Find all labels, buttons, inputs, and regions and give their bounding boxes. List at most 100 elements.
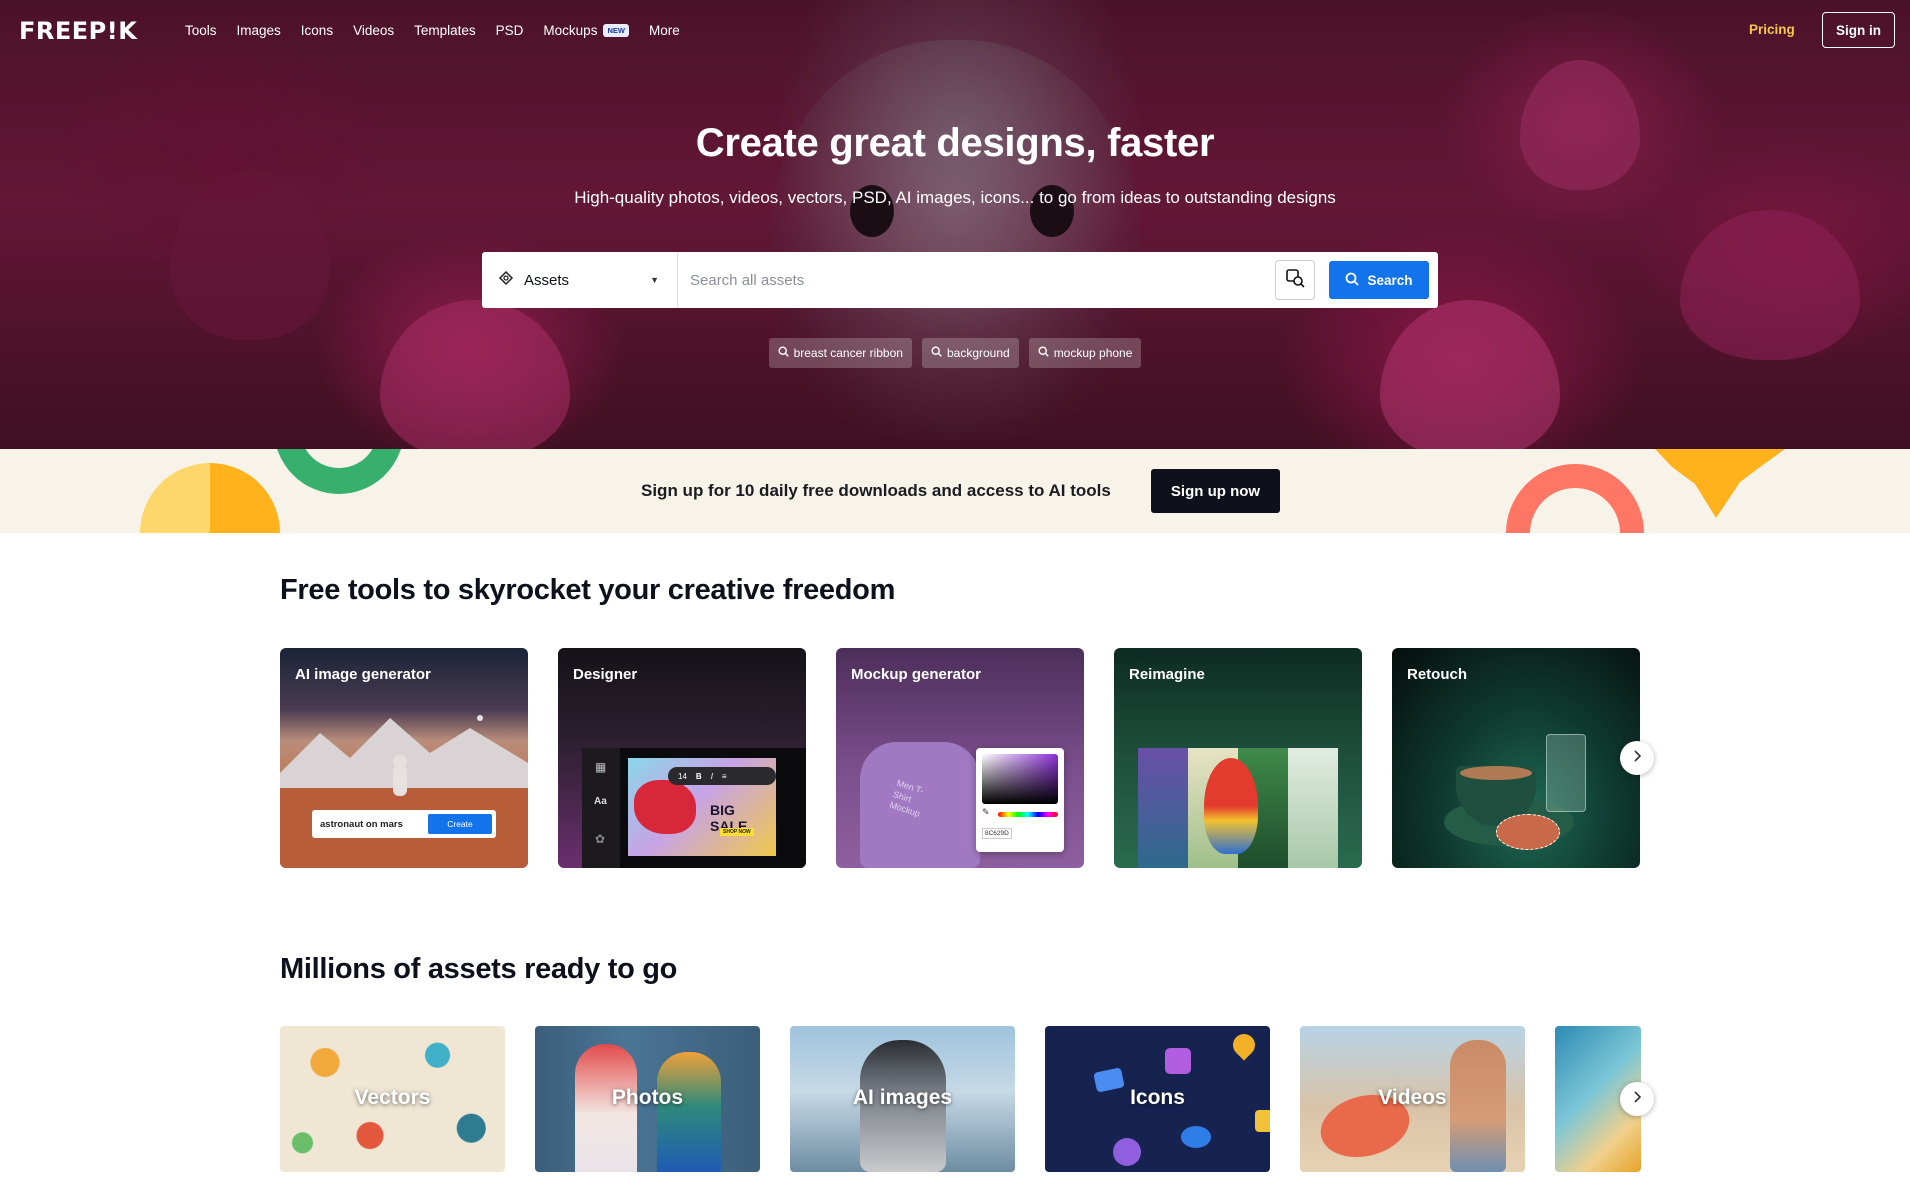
search-icon	[1038, 346, 1049, 360]
text-format-toolbar: 14 B I ≡	[668, 767, 776, 785]
eye-3d-icon	[1181, 1126, 1211, 1148]
nav-link-mockups-label: Mockups	[543, 22, 598, 38]
suggestion-label: background	[946, 346, 1010, 360]
suggestion-label: mockup phone	[1053, 346, 1133, 360]
image-search-icon	[1285, 268, 1305, 293]
hero-overlay	[0, 0, 1910, 449]
suggestion-chip[interactable]: mockup phone	[1028, 338, 1142, 368]
asset-card-label: Videos	[1378, 1086, 1447, 1109]
person-figure	[657, 1052, 721, 1172]
pin-3d-icon	[1228, 1029, 1260, 1061]
asset-type-select[interactable]: Assets ▼	[482, 252, 678, 308]
suggestion-chip[interactable]: background	[921, 338, 1019, 368]
asset-card-label: Vectors	[354, 1086, 431, 1109]
align-icon: ≡	[721, 771, 727, 781]
lock-3d-icon	[1255, 1110, 1270, 1132]
tshirt-text: Men T-Shirt Mockup	[888, 777, 926, 820]
color-gradient-area	[982, 754, 1058, 804]
nav-link-mockups[interactable]: Mockups NEW	[543, 23, 629, 38]
banner-text: Sign up for 10 daily free downloads and …	[641, 481, 1111, 500]
sign-in-button[interactable]: Sign in	[1822, 12, 1895, 48]
tool-card-retouch[interactable]: Retouch	[1392, 648, 1640, 868]
coffee-surface	[1460, 766, 1532, 780]
reimagine-strip-1	[1138, 748, 1188, 868]
new-badge: NEW	[603, 23, 629, 37]
prompt-box: astronaut on mars Create	[312, 810, 496, 838]
assets-icon	[498, 270, 514, 291]
hero-title: Create great designs, faster	[695, 121, 1215, 165]
pricing-link[interactable]: Pricing	[1749, 22, 1795, 37]
tools-section-title: Free tools to skyrocket your creative fr…	[280, 574, 896, 606]
create-button: Create	[428, 814, 492, 834]
suggestion-chip[interactable]: breast cancer ribbon	[768, 338, 912, 368]
italic-icon: I	[710, 771, 713, 781]
layout-icon: ▦	[595, 760, 607, 774]
assets-section-title: Millions of assets ready to go	[280, 953, 678, 985]
nav-link-templates[interactable]: Templates	[414, 23, 476, 38]
tool-card-label: Designer	[573, 666, 638, 683]
sneakers-image	[634, 780, 696, 834]
tool-card-label: AI image generator	[295, 666, 431, 683]
search-button-label: Search	[1367, 272, 1413, 288]
nav-link-more[interactable]: More	[649, 23, 680, 38]
nav-link-tools[interactable]: Tools	[185, 23, 217, 38]
top-nav: FREEP!K Tools Images Icons Videos Templa…	[0, 0, 1910, 60]
font-size-value: 14	[678, 771, 687, 781]
search-icon	[1345, 272, 1360, 289]
text-tool-icon: Aa	[594, 796, 607, 807]
bag-3d-icon	[1165, 1048, 1191, 1074]
asset-card-label: Photos	[611, 1086, 684, 1109]
sign-up-now-button[interactable]: Sign up now	[1151, 469, 1280, 513]
asset-card-ai-images[interactable]: AI images	[790, 1026, 1015, 1172]
asset-card-label: Icons	[1130, 1086, 1185, 1109]
asset-card-label: AI images	[852, 1086, 953, 1109]
chevron-right-icon	[1632, 749, 1642, 767]
shop-now-tag: SHOP NOW	[720, 828, 754, 836]
freepik-logo[interactable]: FREEP!K	[19, 17, 137, 45]
clock-3d-icon	[1113, 1138, 1141, 1166]
chevron-right-icon	[1632, 1090, 1642, 1108]
prompt-text: astronaut on mars	[320, 818, 403, 830]
asset-card-photos[interactable]: Photos	[535, 1026, 760, 1172]
search-suggestions: breast cancer ribbon background mockup p…	[0, 338, 1910, 368]
nav-link-images[interactable]: Images	[237, 23, 281, 38]
tshirt-mockup: Men T-Shirt Mockup	[860, 742, 980, 868]
eyedropper-icon: ✎	[982, 807, 990, 817]
nav-link-videos[interactable]: Videos	[353, 23, 394, 38]
search-button[interactable]: Search	[1329, 261, 1429, 299]
reimagine-strip-4	[1288, 748, 1338, 868]
tool-card-reimagine[interactable]: Reimagine	[1114, 648, 1362, 868]
chevron-down-icon: ▼	[650, 275, 659, 285]
search-input[interactable]	[678, 252, 1275, 308]
cookie-selection	[1496, 814, 1560, 850]
nav-link-psd[interactable]: PSD	[496, 23, 524, 38]
nav-link-icons[interactable]: Icons	[301, 23, 333, 38]
hero-section: FREEP!K Tools Images Icons Videos Templa…	[0, 0, 1910, 449]
tool-card-label: Mockup generator	[851, 666, 982, 683]
elements-icon: ✿	[595, 832, 606, 846]
tool-card-label: Retouch	[1407, 666, 1467, 683]
water-glass-image	[1546, 734, 1586, 812]
tool-card-ai-image-generator[interactable]: AI image generator astronaut on mars Cre…	[280, 648, 528, 868]
nav-links: Tools Images Icons Videos Templates PSD …	[185, 0, 700, 60]
tool-card-mockup-generator[interactable]: Mockup generator Men T-Shirt Mockup ✎ 8C…	[836, 648, 1084, 868]
tools-carousel-next-button[interactable]	[1620, 741, 1654, 775]
hero-subtitle: High-quality photos, videos, vectors, PS…	[574, 188, 1336, 207]
bold-icon: B	[695, 771, 702, 781]
tool-card-label: Reimagine	[1129, 666, 1205, 683]
search-bar: Assets ▼ Search	[482, 252, 1438, 308]
hex-value: 8C629D	[982, 828, 1012, 839]
hue-slider	[998, 812, 1058, 817]
asset-card-vectors[interactable]: Vectors	[280, 1026, 505, 1172]
assets-carousel-next-button[interactable]	[1620, 1082, 1654, 1116]
asset-type-label: Assets	[524, 271, 570, 289]
image-search-button[interactable]	[1275, 260, 1315, 300]
search-icon	[778, 346, 789, 360]
signup-banner: Sign up for 10 daily free downloads and …	[0, 449, 1910, 533]
asset-card-icons[interactable]: Icons	[1045, 1026, 1270, 1172]
tool-card-designer[interactable]: Designer ▦ Aa ✿ BIG SALE SHOP NOW 14 B I…	[558, 648, 806, 868]
asset-card-videos[interactable]: Videos	[1300, 1026, 1525, 1172]
color-picker: ✎ 8C629D	[976, 748, 1064, 852]
search-icon	[931, 346, 942, 360]
parrot-image	[1204, 758, 1258, 854]
